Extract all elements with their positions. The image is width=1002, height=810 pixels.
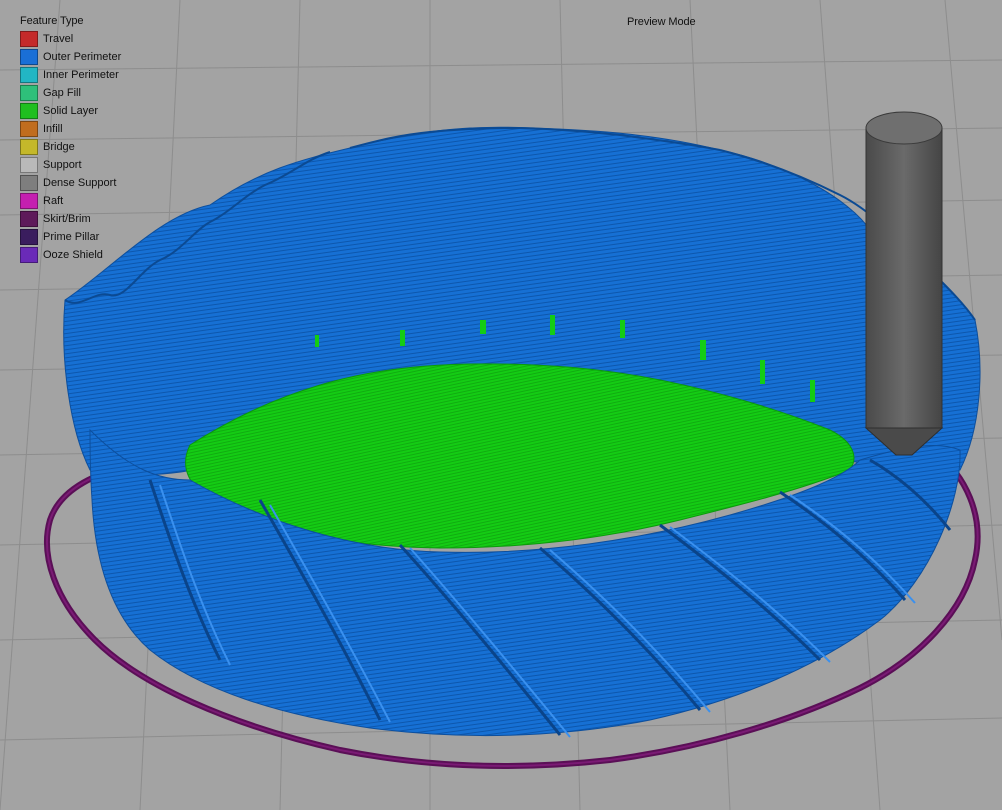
- legend-item-label: Travel: [43, 33, 74, 45]
- legend-item-label: Gap Fill: [43, 87, 81, 99]
- legend-item-label: Ooze Shield: [43, 249, 103, 261]
- legend-item: Dense Support: [20, 174, 160, 192]
- legend-item: Ooze Shield: [20, 246, 160, 264]
- legend-items: Travel Outer Perimeter Inner Perimeter Gap …: [20, 30, 160, 264]
- ooze-shield-swatch: [20, 247, 38, 263]
- legend-item-label: Raft: [43, 195, 64, 207]
- support-swatch: [20, 157, 38, 173]
- bridge-swatch: [20, 139, 38, 155]
- legend-item-label: Bridge: [43, 141, 75, 153]
- feature-type-legend: Feature Type Travel Outer Perimeter Inner …: [20, 15, 160, 264]
- solid-layer-swatch: [20, 103, 38, 119]
- infill-swatch: [20, 121, 38, 137]
- raft-swatch: [20, 193, 38, 209]
- 3d-preview-viewport[interactable]: Feature Type Travel Outer Perimeter Inner …: [0, 0, 1002, 810]
- legend-item: Solid Layer: [20, 102, 160, 120]
- inner-perimeter-swatch: [20, 67, 38, 83]
- legend-item: Skirt/Brim: [20, 210, 160, 228]
- legend-item: Outer Perimeter: [20, 48, 160, 66]
- legend-item: Bridge: [20, 138, 160, 156]
- legend-item: Support: [20, 156, 160, 174]
- prime-pillar-swatch: [20, 229, 38, 245]
- outer-perimeter-swatch: [20, 49, 38, 65]
- nozzle-icon: [864, 111, 944, 456]
- preview-mode-label: Preview Mode: [627, 16, 696, 28]
- legend-item: Infill: [20, 120, 160, 138]
- travel-swatch: [20, 31, 38, 47]
- legend-item: Raft: [20, 192, 160, 210]
- legend-item-label: Solid Layer: [43, 105, 99, 117]
- gap-fill-swatch: [20, 85, 38, 101]
- legend-item-label: Infill: [43, 123, 63, 135]
- skirt-brim-swatch: [20, 211, 38, 227]
- legend-item-label: Skirt/Brim: [43, 213, 91, 225]
- legend-item-label: Dense Support: [43, 177, 117, 189]
- dense-support-swatch: [20, 175, 38, 191]
- legend-item-label: Prime Pillar: [43, 231, 100, 243]
- legend-item-label: Inner Perimeter: [43, 69, 119, 81]
- legend-item: Gap Fill: [20, 84, 160, 102]
- legend-item: Travel: [20, 30, 160, 48]
- legend-item-label: Outer Perimeter: [43, 51, 122, 63]
- legend-item: Prime Pillar: [20, 228, 160, 246]
- legend-title: Feature Type: [20, 15, 84, 27]
- legend-item-label: Support: [43, 159, 82, 171]
- legend-item: Inner Perimeter: [20, 66, 160, 84]
